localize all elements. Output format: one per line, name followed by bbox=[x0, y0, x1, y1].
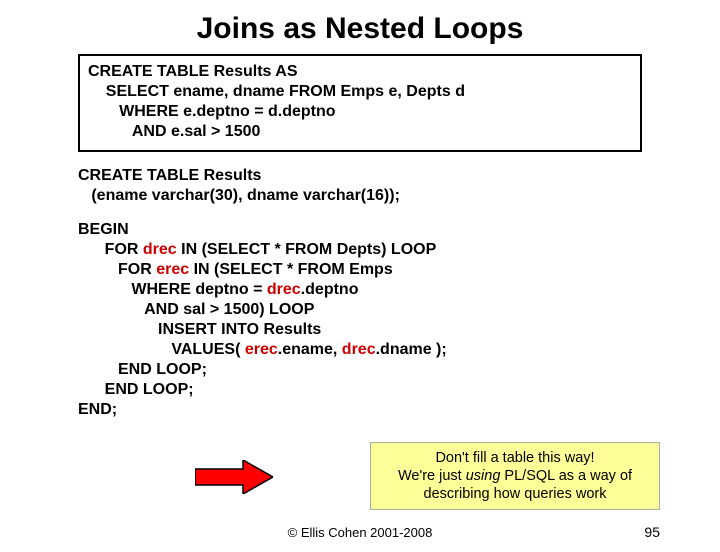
code-line: BEGIN bbox=[78, 220, 720, 240]
callout-note: Don't fill a table this way! We're just … bbox=[370, 442, 660, 510]
note-line: describing how queries work bbox=[377, 485, 653, 503]
sql-line: WHERE e.deptno = d.deptno bbox=[88, 102, 632, 122]
copyright-footer: © Ellis Cohen 2001-2008 bbox=[0, 525, 720, 540]
sql-line: SELECT ename, dname FROM Emps e, Depts d bbox=[88, 82, 632, 102]
note-line: We're just using PL/SQL as a way of bbox=[377, 467, 653, 485]
plsql-block: BEGIN FOR drec IN (SELECT * FROM Depts) … bbox=[78, 220, 720, 420]
create-table-block: CREATE TABLE Results (ename varchar(30),… bbox=[78, 166, 720, 206]
var-drec: drec bbox=[143, 241, 177, 258]
note-line: Don't fill a table this way! bbox=[377, 449, 653, 467]
code-line: INSERT INTO Results bbox=[78, 320, 720, 340]
code-line: END; bbox=[78, 400, 720, 420]
code-line: FOR erec IN (SELECT * FROM Emps bbox=[78, 260, 720, 280]
code-line: VALUES( erec.ename, drec.dname ); bbox=[78, 340, 720, 360]
code-line: (ename varchar(30), dname varchar(16)); bbox=[78, 186, 720, 206]
var-drec: drec bbox=[342, 341, 376, 358]
code-line: AND sal > 1500) LOOP bbox=[78, 300, 720, 320]
page-number: 95 bbox=[644, 524, 660, 540]
code-line: WHERE deptno = drec.deptno bbox=[78, 280, 720, 300]
var-erec: erec bbox=[245, 341, 278, 358]
code-line: END LOOP; bbox=[78, 380, 720, 400]
sql-line: AND e.sal > 1500 bbox=[88, 122, 632, 142]
code-line: FOR drec IN (SELECT * FROM Depts) LOOP bbox=[78, 240, 720, 260]
sql-line: CREATE TABLE Results AS bbox=[88, 62, 632, 82]
code-line: END LOOP; bbox=[78, 360, 720, 380]
arrow-icon bbox=[195, 460, 273, 494]
var-erec: erec bbox=[156, 261, 189, 278]
sql-create-box: CREATE TABLE Results AS SELECT ename, dn… bbox=[78, 54, 642, 152]
code-line: CREATE TABLE Results bbox=[78, 166, 720, 186]
var-drec: drec bbox=[267, 281, 301, 298]
slide-title: Joins as Nested Loops bbox=[0, 12, 720, 46]
